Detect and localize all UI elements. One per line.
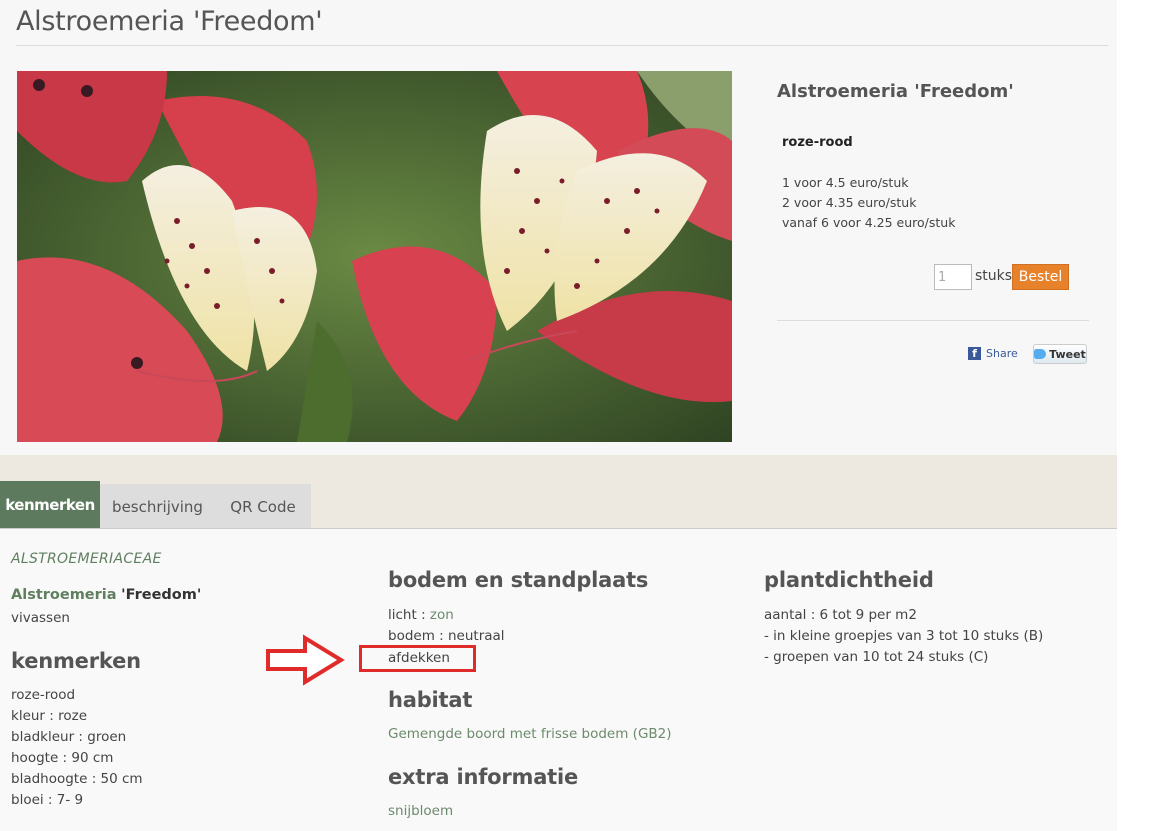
tweet-label: Tweet [1049,347,1086,361]
price-tier: 1 voor 4.5 euro/stuk [782,175,909,190]
title-divider [16,45,1108,46]
plant-family: ALSTROEMERIACEAE [11,551,162,567]
extra-info-heading: extra informatie [388,765,579,789]
kenmerk-item: hoogte : 90 cm [11,750,114,766]
page-title: Alstroemeria 'Freedom' [16,6,323,37]
genus-link[interactable]: Alstroemeria [11,587,117,603]
kenmerken-heading: kenmerken [11,649,141,673]
quantity-input[interactable] [934,264,972,290]
price-tier: vanaf 6 voor 4.25 euro/stuk [782,215,956,230]
density-item: - in kleine groepjes van 3 tot 10 stuks … [764,628,1044,644]
price-tier: 2 voor 4.35 euro/stuk [782,195,917,210]
facebook-share-button[interactable]: f Share [968,347,1018,360]
kenmerk-item: bladhoogte : 50 cm [11,771,143,787]
red-arrow-annotation [266,634,345,686]
product-page: Alstroemeria 'Freedom' Alstroemeria 'Fre… [0,0,1117,831]
quantity-unit-label: stuks [975,268,1013,284]
product-divider [777,320,1089,321]
extra-info-value: snijbloem [388,803,454,819]
plant-name: Alstroemeria 'Freedom' [11,587,201,603]
share-label: Share [986,347,1018,360]
annotation-highlight-box [359,645,476,672]
kenmerk-item: bladkleur : groen [11,729,127,745]
product-color: roze-rood [782,135,853,150]
kenmerk-item: kleur : roze [11,708,88,724]
licht-row: licht : zon [388,607,454,623]
facebook-icon: f [968,347,981,360]
tab-qr-code[interactable]: QR Code [215,484,311,529]
kenmerk-item: roze-rood [11,687,76,703]
kenmerk-item: bloei : 7- 9 [11,792,84,808]
product-photo [17,71,732,442]
tab-beschrijving[interactable]: beschrijving [100,484,215,529]
order-button[interactable]: Bestel [1012,264,1069,290]
cultivar-name: 'Freedom' [121,587,202,603]
habitat-value: Gemengde boord met frisse bodem (GB2) [388,726,672,742]
tab-kenmerken[interactable]: kenmerken [0,481,100,529]
plant-category: vivassen [11,610,70,626]
density-item: aantal : 6 tot 9 per m2 [764,607,917,623]
licht-label: licht : [388,607,430,623]
twitter-icon [1034,349,1047,359]
density-item: - groepen van 10 tot 24 stuks (C) [764,649,989,665]
bodem-heading: bodem en standplaats [388,568,649,592]
bodem-row: bodem : neutraal [388,628,505,644]
plantdichtheid-heading: plantdichtheid [764,568,934,592]
licht-value: zon [429,607,454,623]
tweet-button[interactable]: Tweet [1033,344,1087,364]
product-name: Alstroemeria 'Freedom' [777,81,1014,102]
habitat-heading: habitat [388,688,473,712]
